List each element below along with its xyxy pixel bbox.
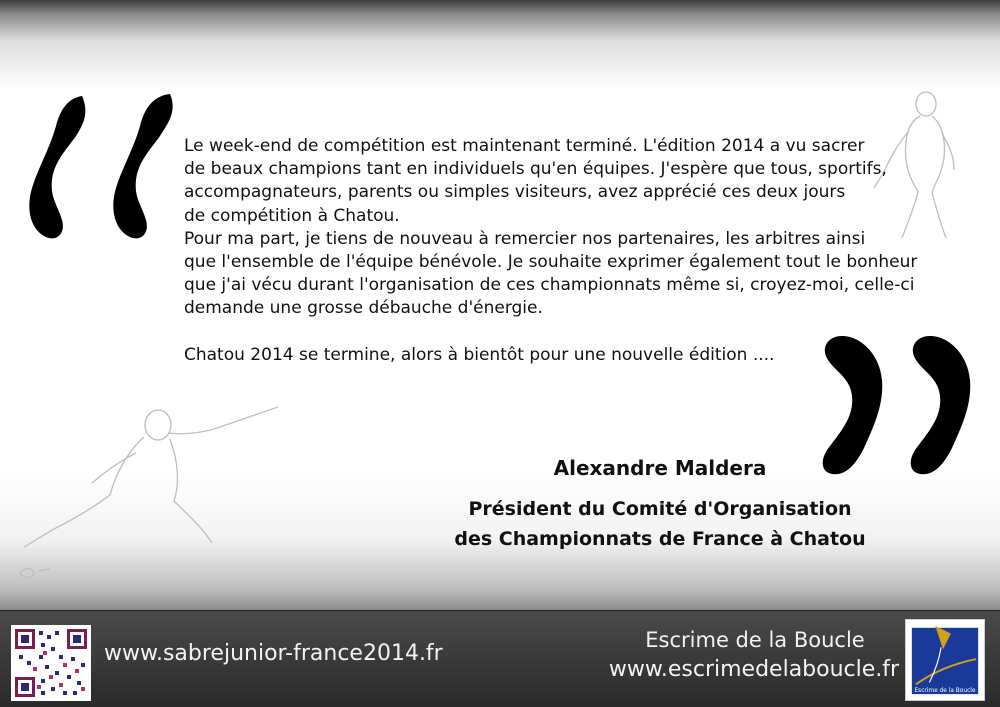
signature-name: Alexandre Maldera — [553, 456, 767, 480]
website-link[interactable]: www.sabrejunior-france2014.fr — [104, 641, 443, 666]
message-line: que j'ai vécu durant l'organisation de c… — [184, 275, 915, 296]
message-line: de compétition à Chatou. — [184, 205, 400, 226]
fencer-lunge-icon — [19, 406, 279, 579]
message-signoff: Chatou 2014 se termine, alors à bientôt … — [184, 344, 775, 365]
club-website-link[interactable]: www.escrimedelaboucle.fr — [606, 657, 902, 682]
signature-title-line: des Championnats de France à Chatou — [454, 528, 866, 550]
message-line: Le week-end de compétition est maintenan… — [184, 136, 865, 156]
club-name: Escrime de la Boucle — [645, 628, 865, 652]
message-line: que l'ensemble de l'équipe bénévole. Je … — [184, 252, 918, 273]
message-body: Le week-end de compétition est maintenan… — [184, 135, 954, 367]
footer-bar: www.sabrejunior-france2014.fr Escrime de… — [0, 610, 1000, 707]
message-line: demande une grosse débauche d'énergie. — [184, 298, 543, 319]
club-logo-text: Escrime de la Boucle — [914, 688, 975, 694]
qr-code-icon[interactable] — [11, 625, 91, 701]
signature-title-line: Président du Comité d'Organisation — [468, 498, 852, 520]
message-line: de beaux champions tant en individuels q… — [184, 159, 887, 180]
message-line: accompagnateurs, parents ou simples visi… — [184, 182, 846, 203]
club-logo-icon: Escrime de la Boucle — [905, 619, 985, 701]
poster-main: Le week-end de compétition est maintenan… — [0, 0, 1000, 610]
message-line: Pour ma part, je tiens de nouveau à reme… — [184, 228, 866, 249]
signature-title: Président du Comité d'Organisation des C… — [380, 494, 940, 554]
open-quote-icon — [29, 94, 173, 239]
